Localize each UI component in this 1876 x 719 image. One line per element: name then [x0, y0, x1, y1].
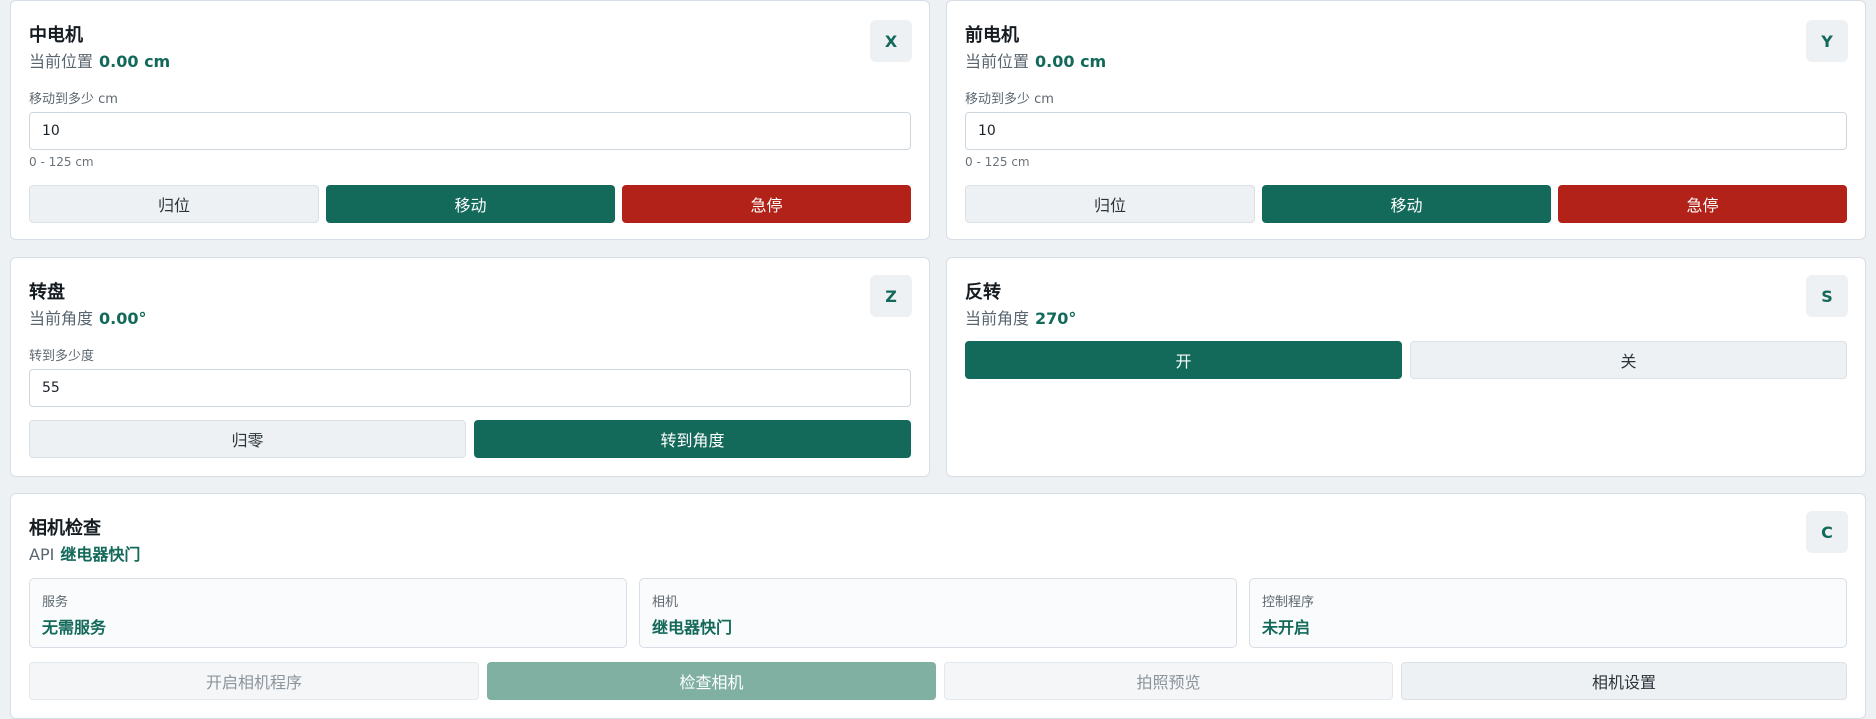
- camera-settings-button[interactable]: 相机设置: [1401, 662, 1847, 700]
- axis-badge: X: [870, 20, 912, 62]
- start-camera-program-button[interactable]: 开启相机程序: [29, 662, 479, 700]
- stat-key: 服务: [42, 595, 69, 610]
- stat-value: 继电器快门: [652, 618, 733, 637]
- emergency-stop-button[interactable]: 急停: [1558, 185, 1847, 223]
- angle-label: 当前角度: [29, 309, 94, 328]
- angle-value: 270°: [1035, 309, 1077, 328]
- zero-button[interactable]: 归零: [29, 420, 466, 458]
- api-status: API 继电器快门: [29, 541, 140, 565]
- service-status-box: 服务 无需服务: [29, 578, 627, 648]
- input-label: 移动到多少 cm: [29, 92, 118, 107]
- stat-key: 相机: [652, 595, 679, 610]
- stat-value: 未开启: [1262, 618, 1311, 637]
- position-value: 0.00 cm: [99, 52, 171, 71]
- home-button[interactable]: 归位: [965, 185, 1255, 223]
- card-title: 转盘: [29, 282, 65, 303]
- card-title: 中电机: [29, 25, 83, 46]
- photo-preview-button[interactable]: 拍照预览: [944, 662, 1393, 700]
- range-hint: 0 - 125 cm: [965, 155, 1030, 169]
- range-hint: 0 - 125 cm: [29, 155, 94, 169]
- card-title: 相机检查: [29, 518, 101, 539]
- api-label: API: [29, 545, 55, 564]
- turntable-card: 转盘 当前角度 0.00° Z 转到多少度 归零 转到角度: [10, 257, 930, 477]
- card-title: 前电机: [965, 25, 1019, 46]
- axis-badge: S: [1806, 275, 1848, 317]
- current-angle: 当前角度 0.00°: [29, 305, 147, 329]
- home-button[interactable]: 归位: [29, 185, 319, 223]
- axis-badge: Y: [1806, 20, 1848, 62]
- move-distance-input[interactable]: [965, 112, 1847, 150]
- emergency-stop-button[interactable]: 急停: [622, 185, 911, 223]
- stat-key: 控制程序: [1262, 595, 1315, 610]
- camera-status-box: 相机 继电器快门: [639, 578, 1237, 648]
- flip-off-button[interactable]: 关: [1410, 341, 1847, 379]
- angle-label: 当前角度: [965, 309, 1030, 328]
- position-label: 当前位置: [965, 52, 1030, 71]
- move-button[interactable]: 移动: [1262, 185, 1551, 223]
- api-value: 继电器快门: [60, 545, 141, 564]
- axis-badge: Z: [870, 275, 912, 317]
- current-position: 当前位置 0.00 cm: [29, 48, 170, 72]
- position-value: 0.00 cm: [1035, 52, 1107, 71]
- middle-motor-card: 中电机 当前位置 0.00 cm X 移动到多少 cm 0 - 125 cm 归位…: [10, 0, 930, 240]
- card-title: 反转: [965, 282, 1001, 303]
- position-label: 当前位置: [29, 52, 94, 71]
- front-motor-card: 前电机 当前位置 0.00 cm Y 移动到多少 cm 0 - 125 cm 归位…: [946, 0, 1866, 240]
- axis-badge: C: [1806, 511, 1848, 553]
- angle-value: 0.00°: [99, 309, 147, 328]
- current-position: 当前位置 0.00 cm: [965, 48, 1106, 72]
- input-label: 移动到多少 cm: [965, 92, 1054, 107]
- move-button[interactable]: 移动: [326, 185, 615, 223]
- flip-on-button[interactable]: 开: [965, 341, 1402, 379]
- input-label: 转到多少度: [29, 349, 95, 364]
- rotate-button[interactable]: 转到角度: [474, 420, 911, 458]
- stat-value: 无需服务: [42, 618, 107, 637]
- control-program-status-box: 控制程序 未开启: [1249, 578, 1847, 648]
- flip-card: 反转 当前角度 270° S 开 关: [946, 257, 1866, 477]
- camera-check-card: 相机检查 API 继电器快门 C 服务 无需服务 相机 继电器快门 控制程序 未开…: [10, 493, 1866, 719]
- move-distance-input[interactable]: [29, 112, 911, 150]
- check-camera-button[interactable]: 检查相机: [487, 662, 936, 700]
- current-angle: 当前角度 270°: [965, 305, 1076, 329]
- rotate-angle-input[interactable]: [29, 369, 911, 407]
